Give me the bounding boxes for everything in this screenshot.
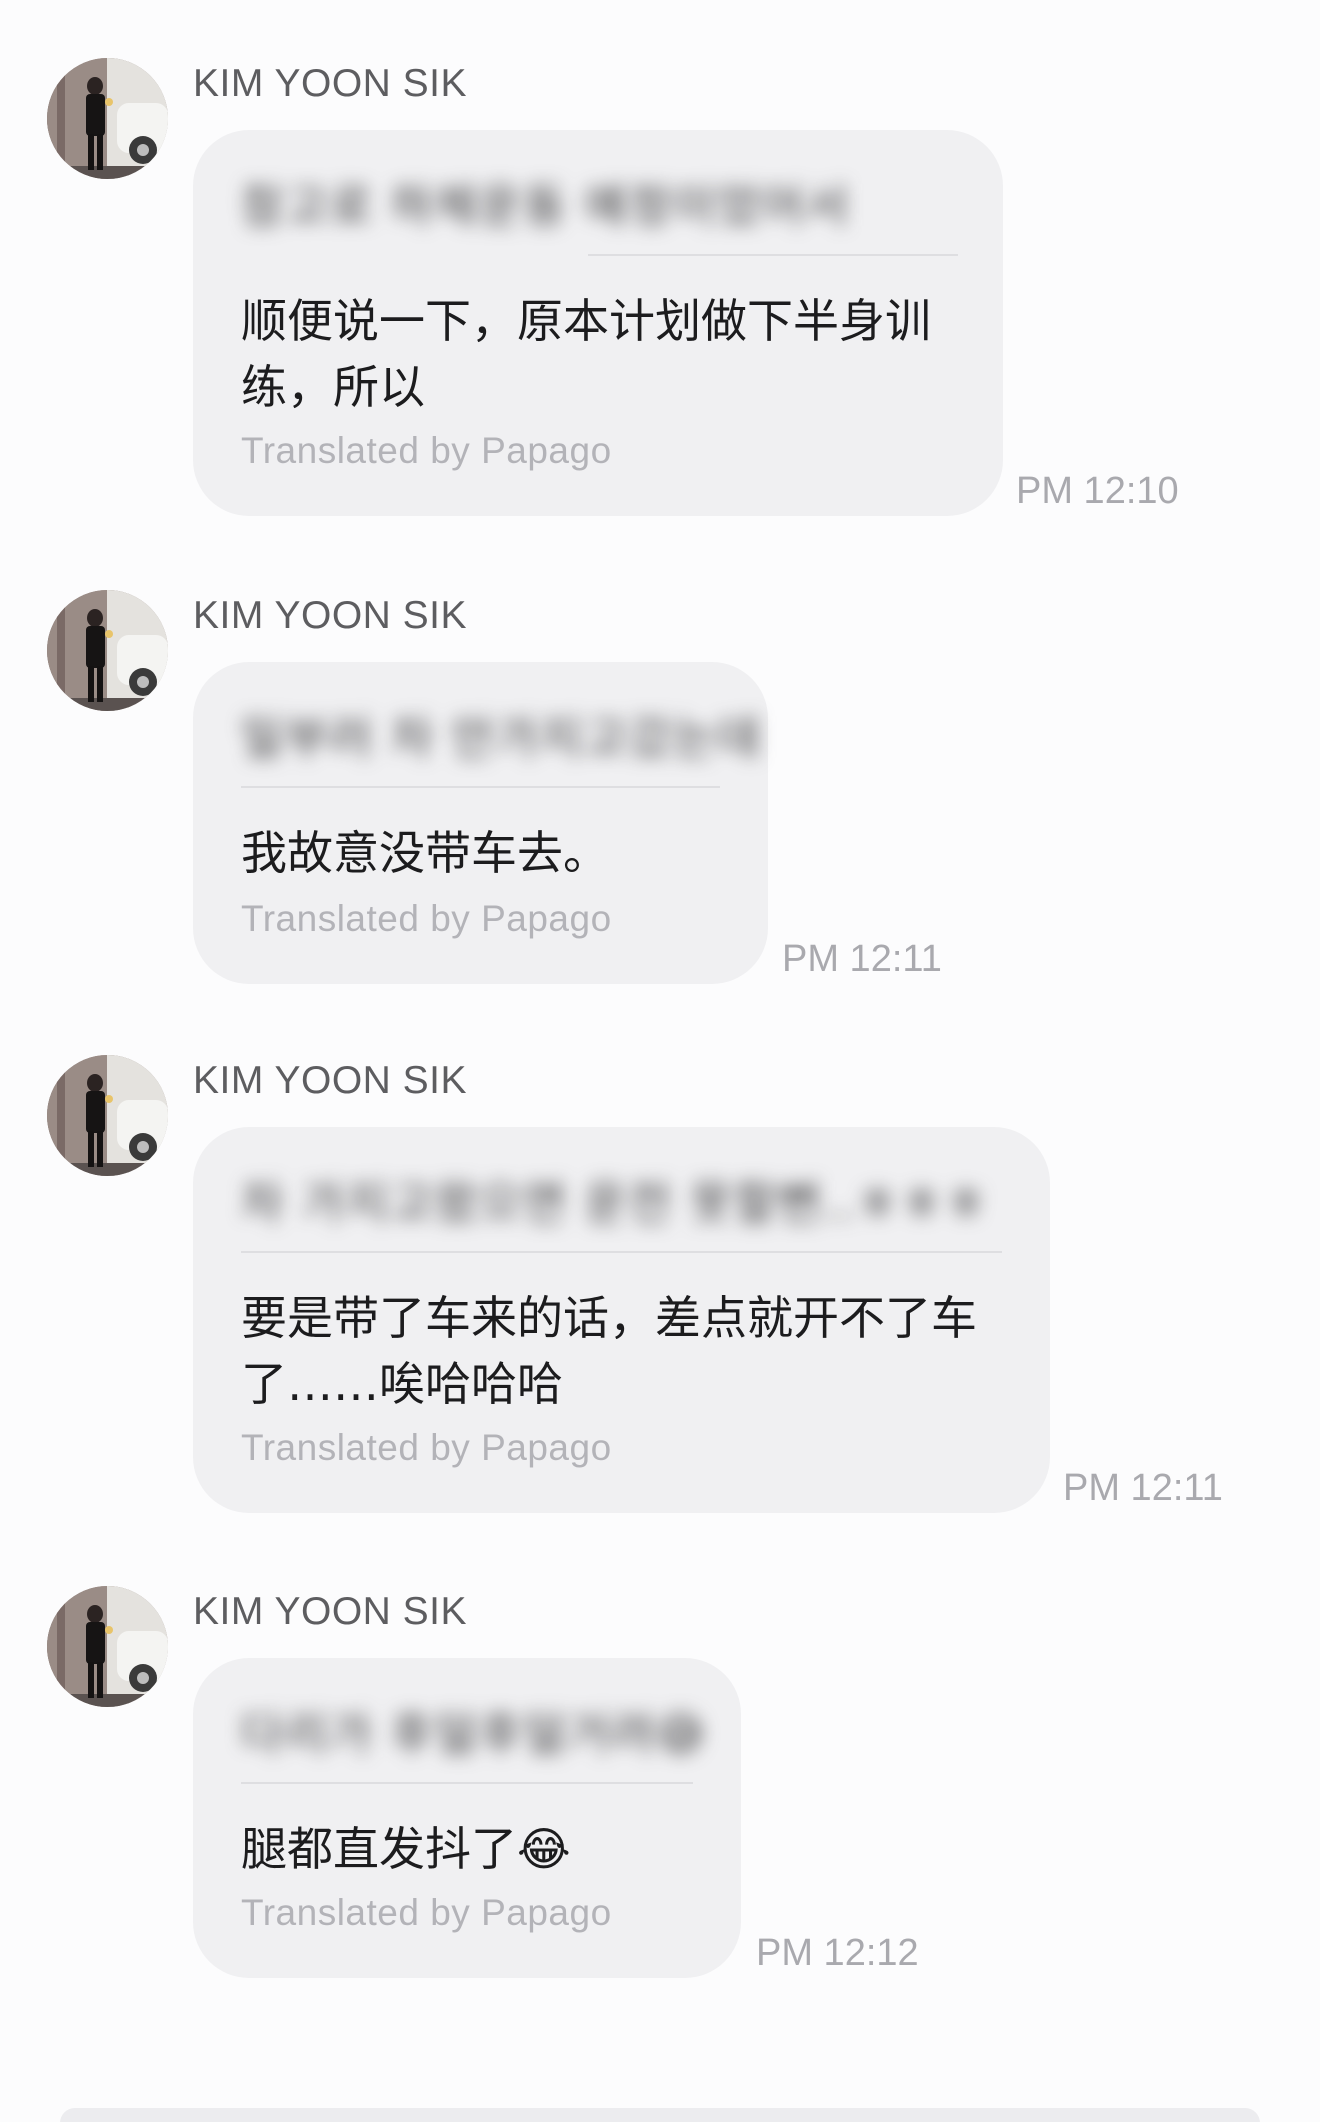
message-bubble[interactable]: 참고로 하체운동 예정이었어서 顺便说一下，原本计划做下半身训练，所以 Tran…	[193, 130, 1003, 516]
sender-name: KIM YOON SIK	[193, 1059, 468, 1102]
avatar-photo	[47, 590, 168, 711]
translation-credit: Translated by Papago	[241, 898, 612, 939]
chat-thread: KIM YOON SIK 참고로 하체운동 예정이었어서 顺便说一下，原本计划做…	[0, 0, 1320, 2122]
sender-name: KIM YOON SIK	[193, 1590, 468, 1633]
translation-divider	[241, 1782, 693, 1784]
translated-text: 腿都直发抖了😂	[241, 1822, 571, 1876]
avatar-photo	[47, 1586, 168, 1707]
message-bubble[interactable]: 차 가지고왔으면 운전 못할뻔..ㅎㅎㅎ 要是带了车来的话，差点就开不了车了………	[193, 1127, 1050, 1513]
message-bubble[interactable]: 일부러 차 안가지고갔는데 我故意没带车去。 Translated by Pap…	[193, 662, 768, 984]
message-time: PM 12:12	[756, 1932, 919, 1974]
original-text-blurred: 다리가 후덜후덜거려😅	[241, 1707, 707, 1761]
translation-credit: Translated by Papago	[241, 1892, 612, 1933]
translation-divider	[241, 786, 720, 788]
avatar-photo	[47, 1055, 168, 1176]
translated-text: 顺便说一下，原本计划做下半身训练，所以	[241, 294, 931, 414]
message-time: PM 12:10	[1016, 470, 1179, 512]
original-text-blurred: 차 가지고왔으면 운전 못할뻔..ㅎㅎㅎ	[241, 1176, 989, 1230]
message-time: PM 12:11	[782, 938, 942, 980]
message-bubble[interactable]: 다리가 후덜후덜거려😅 腿都直发抖了😂 Translated by Papago	[193, 1658, 741, 1978]
message-time: PM 12:11	[1063, 1467, 1223, 1509]
avatar[interactable]	[47, 1055, 168, 1176]
original-text-blurred: 참고로 하체운동 예정이었어서	[241, 179, 851, 233]
translation-divider	[588, 254, 958, 256]
avatar[interactable]	[47, 590, 168, 711]
sender-name: KIM YOON SIK	[193, 62, 468, 105]
sender-name: KIM YOON SIK	[193, 594, 468, 637]
translated-text: 我故意没带车去。	[241, 826, 609, 880]
original-text-blurred: 일부러 차 안가지고갔는데	[241, 711, 762, 765]
avatar[interactable]	[47, 1586, 168, 1707]
translation-divider	[241, 1251, 1002, 1253]
avatar-photo	[47, 58, 168, 179]
translated-text: 要是带了车来的话，差点就开不了车了……唉哈哈哈	[241, 1291, 977, 1411]
avatar[interactable]	[47, 58, 168, 179]
translation-credit: Translated by Papago	[241, 1427, 612, 1468]
message-input-bar[interactable]	[60, 2108, 1260, 2122]
translation-credit: Translated by Papago	[241, 430, 612, 471]
